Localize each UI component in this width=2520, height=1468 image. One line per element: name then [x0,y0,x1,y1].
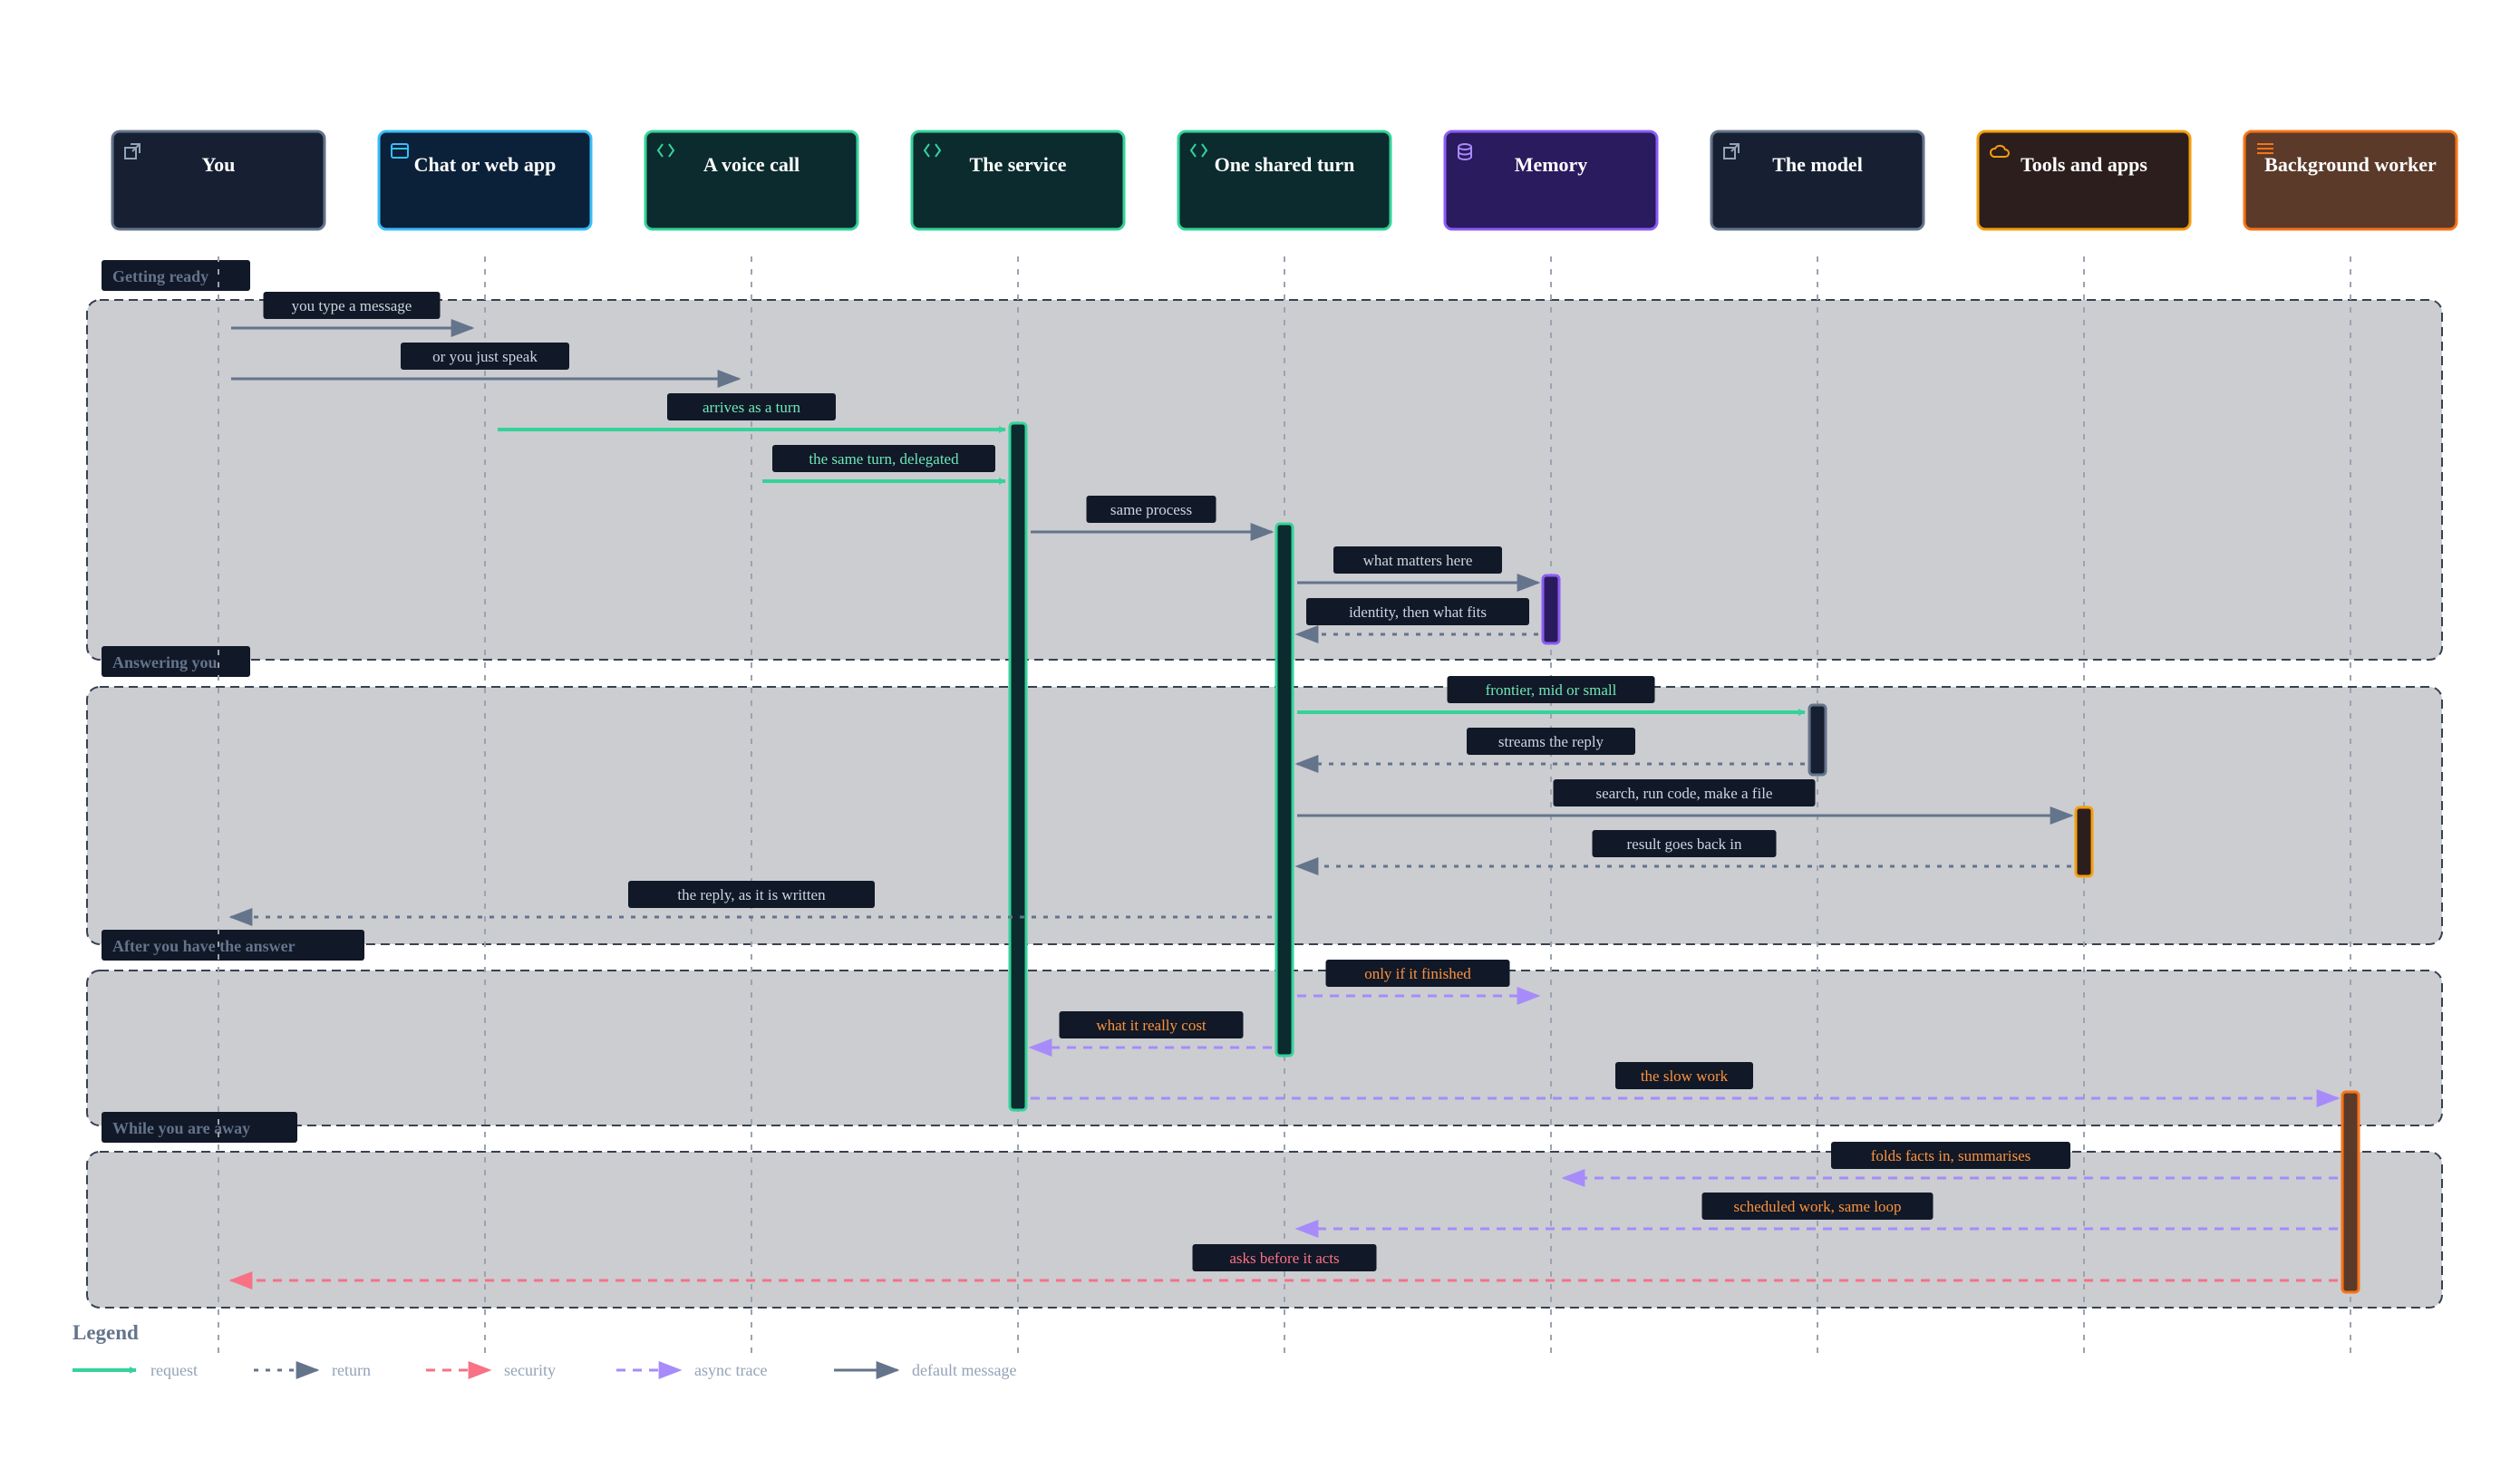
message-label: frontier, mid or small [1486,681,1617,699]
participant-box [910,130,1126,231]
participant-voice: A voice call [644,130,859,231]
participant-box [1976,130,2192,231]
participant-box [2243,130,2458,231]
message-label: arrives as a turn [703,399,801,416]
group-title: After you have the answer [112,937,296,955]
participant-box [644,130,859,231]
message-label: only if it finished [1364,965,1471,982]
activation-bar-service [1008,421,1028,1112]
participant-you: You [111,130,326,231]
legend-item-return: return [254,1361,371,1379]
activation-bar-tools [2074,806,2094,878]
participant-box [1177,130,1392,231]
legend-title: Legend [73,1321,139,1344]
message-label: what matters here [1363,552,1473,569]
participant-label: Memory [1515,153,1588,176]
message-label: the same turn, delegated [809,450,959,468]
group-title: Answering you [112,653,218,671]
legend-label: default message [912,1361,1016,1379]
participant-tools: Tools and apps [1976,130,2192,231]
participant-model: The model [1710,130,1925,231]
participant-box [377,130,593,231]
participant-label: You [202,153,236,176]
legend-item-default: default message [834,1361,1016,1379]
legend-item-async: async trace [616,1361,767,1379]
message-label: or you just speak [432,348,538,365]
group-title: While you are away [112,1119,250,1137]
participant-label: One shared turn [1215,153,1355,176]
participant-label: The service [970,153,1067,176]
legend-label: security [504,1361,556,1379]
message-label: search, run code, make a file [1596,785,1773,802]
group-title: Getting ready [112,267,208,285]
participant-memory: Memory [1443,130,1659,231]
message-label: streams the reply [1498,733,1604,750]
message-label: identity, then what fits [1349,604,1487,621]
legend-label: return [332,1361,371,1379]
group-frame: While you are away [86,1112,2443,1309]
participant-label: The model [1772,153,1863,176]
participant-label: A voice call [703,153,800,176]
message-label: result goes back in [1627,835,1742,853]
group-frame: Answering you [86,646,2443,945]
group-frame: After you have the answer [86,930,2443,1126]
participant-label: Chat or web app [414,153,557,176]
participant-chat: Chat or web app [377,130,593,231]
activation-bar-turn [1275,522,1294,1058]
message-label: asks before it acts [1229,1250,1339,1267]
participant-turn: One shared turn [1177,130,1392,231]
activation-bar-memory [1541,574,1561,645]
sequence-diagram: Getting ready Answering you After you have… [73,130,2458,1379]
legend-label: request [150,1361,198,1379]
participant-service: The service [910,130,1126,231]
participant-box [1710,130,1925,231]
message-label: folds facts in, summarises [1871,1147,2031,1164]
message-label: the reply, as it is written [677,886,826,903]
participant-box [111,130,326,231]
activation-bar-worker [2341,1090,2360,1294]
group-frame: Getting ready [86,260,2443,661]
legend-label: async trace [694,1361,767,1379]
message-label: the slow work [1641,1067,1729,1085]
message-label: you type a message [292,297,412,314]
legend-item-request: request [73,1361,198,1379]
participant-box [1443,130,1659,231]
activation-bar-model [1808,703,1827,777]
message-label: what it really cost [1096,1017,1207,1034]
legend-item-security: security [426,1361,556,1379]
participant-label: Background worker [2264,153,2437,176]
participant-worker: Background worker [2243,130,2458,231]
message-label: same process [1110,501,1192,518]
message-label: scheduled work, same loop [1733,1198,1901,1215]
participant-label: Tools and apps [2021,153,2147,176]
